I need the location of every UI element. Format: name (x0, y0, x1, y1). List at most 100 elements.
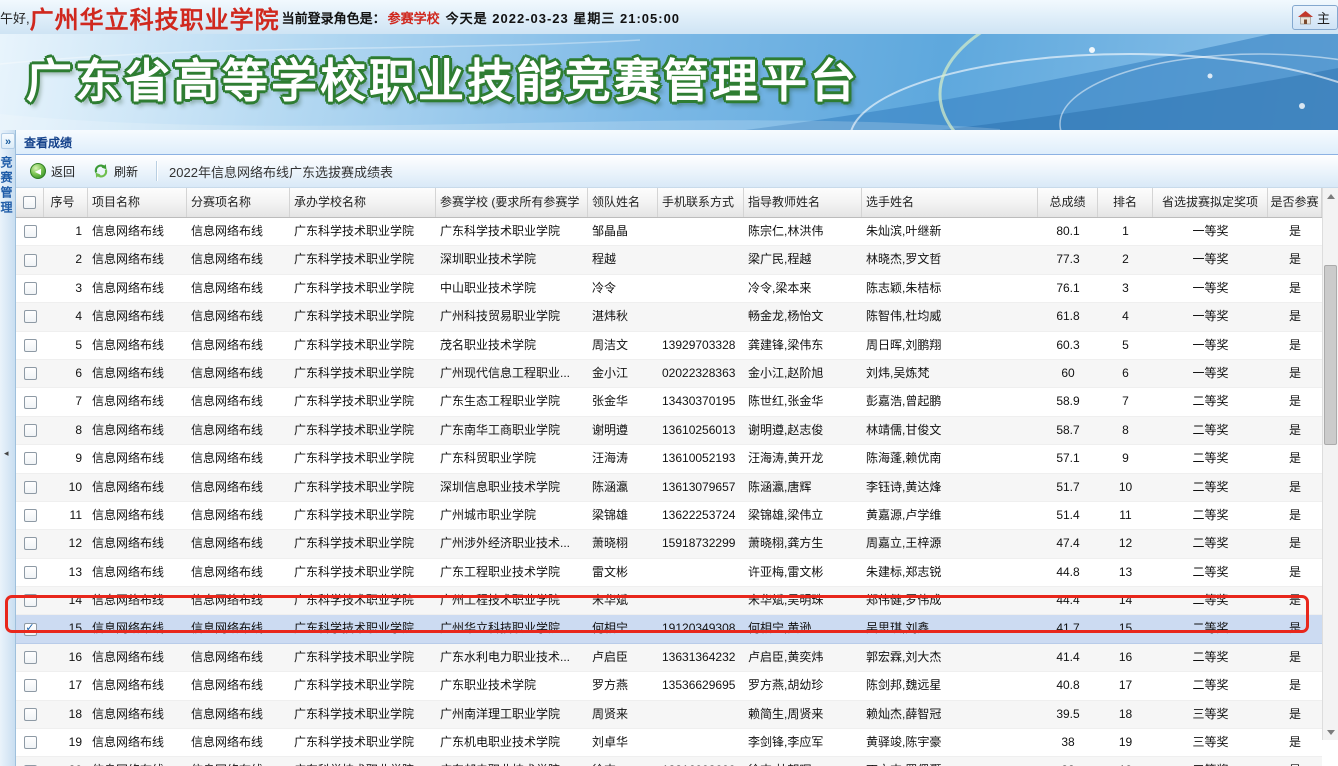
cell-players: 丁文杰,罗偲灏 (862, 757, 1038, 766)
row-checkbox[interactable] (24, 254, 37, 267)
table-row[interactable]: 9信息网络布线信息网络布线广东科学技术职业学院广东科贸职业学院汪海涛136100… (16, 445, 1322, 473)
cell-rank: 17 (1098, 672, 1153, 699)
table-row[interactable]: 6信息网络布线信息网络布线广东科学技术职业学院广州现代信息工程职业...金小江0… (16, 360, 1322, 388)
column-header-award[interactable]: 省选拔赛拟定奖项 (1153, 188, 1268, 217)
cell-players: 郭宏霖,刘大杰 (862, 644, 1038, 671)
row-checkbox[interactable] (24, 651, 37, 664)
table-row[interactable]: 10信息网络布线信息网络布线广东科学技术职业学院深圳信息职业技术学院陈涵瀛136… (16, 474, 1322, 502)
cell-rank: 11 (1098, 502, 1153, 529)
table-row[interactable]: 17信息网络布线信息网络布线广东科学技术职业学院广东职业技术学院罗方燕13536… (16, 672, 1322, 700)
cell-rank: 19 (1098, 729, 1153, 756)
scrollbar-thumb[interactable] (1324, 265, 1337, 445)
cell-award: 三等奖 (1153, 729, 1268, 756)
cell-participate: 是 (1268, 474, 1322, 501)
column-header-no[interactable]: 序号 (44, 188, 88, 217)
row-checkbox[interactable] (24, 566, 37, 579)
cell-teachers: 徐杰,杜朝晖 (744, 757, 862, 766)
column-header-rank[interactable]: 排名 (1098, 188, 1153, 217)
column-header-sub_event[interactable]: 分赛项名称 (187, 188, 290, 217)
sidebar-collapse-handle-icon[interactable]: ◂ (4, 448, 9, 459)
cell-players: 彭嘉浩,曾起鹏 (862, 388, 1038, 415)
table-row[interactable]: 18信息网络布线信息网络布线广东科学技术职业学院广州南洋理工职业学院周贤来赖简生… (16, 701, 1322, 729)
table-row[interactable]: 4信息网络布线信息网络布线广东科学技术职业学院广州科技贸易职业学院湛炜秋畅金龙,… (16, 303, 1322, 331)
column-header-score[interactable]: 总成绩 (1038, 188, 1098, 217)
row-checkbox[interactable] (24, 424, 37, 437)
grid-body: 1信息网络布线信息网络布线广东科学技术职业学院广东科学技术职业学院邹晶晶陈宗仁,… (16, 218, 1322, 766)
sidebar-expand-button[interactable]: » (1, 133, 15, 149)
cell-award: 二等奖 (1153, 502, 1268, 529)
table-row[interactable]: 2信息网络布线信息网络布线广东科学技术职业学院深圳职业技术学院程越梁广民,程越林… (16, 246, 1322, 274)
row-checkbox[interactable] (24, 481, 37, 494)
cell-award: 二等奖 (1153, 417, 1268, 444)
row-checkbox[interactable] (24, 623, 37, 636)
row-checkbox[interactable] (24, 537, 37, 550)
row-checkbox[interactable] (24, 310, 37, 323)
column-header-leader[interactable]: 领队姓名 (588, 188, 658, 217)
table-row[interactable]: 15信息网络布线信息网络布线广东科学技术职业学院广州华立科技职业学院何相宁191… (16, 615, 1322, 643)
back-button[interactable]: ◀ 返回 (24, 160, 81, 183)
row-checkbox[interactable] (24, 736, 37, 749)
row-checkbox[interactable] (24, 339, 37, 352)
cell-score: 47.4 (1038, 530, 1098, 557)
table-row[interactable]: 7信息网络布线信息网络布线广东科学技术职业学院广东生态工程职业学院张金华1343… (16, 388, 1322, 416)
column-header-teachers[interactable]: 指导教师姓名 (744, 188, 862, 217)
row-checkbox[interactable] (24, 225, 37, 238)
row-checkbox[interactable] (24, 594, 37, 607)
cell-project: 信息网络布线 (88, 218, 187, 245)
row-checkbox-cell (16, 388, 44, 415)
table-row[interactable]: 8信息网络布线信息网络布线广东科学技术职业学院广东南华工商职业学院谢明遵1361… (16, 417, 1322, 445)
table-row[interactable]: 1信息网络布线信息网络布线广东科学技术职业学院广东科学技术职业学院邹晶晶陈宗仁,… (16, 218, 1322, 246)
table-row[interactable]: 20信息网络布线信息网络布线广东科学技术职业学院广东邮电职业技术学院徐杰1331… (16, 757, 1322, 766)
row-checkbox-cell (16, 332, 44, 359)
row-checkbox[interactable] (24, 282, 37, 295)
table-row[interactable]: 13信息网络布线信息网络布线广东科学技术职业学院广东工程职业技术学院雷文彬许亚梅… (16, 559, 1322, 587)
cell-school: 广东南华工商职业学院 (436, 417, 588, 444)
cell-award: 一等奖 (1153, 360, 1268, 387)
cell-no: 5 (44, 332, 88, 359)
cell-project: 信息网络布线 (88, 474, 187, 501)
cell-host_school: 广东科学技术职业学院 (290, 701, 436, 728)
home-button[interactable]: 主 (1292, 5, 1338, 30)
table-row[interactable]: 14信息网络布线信息网络布线广东科学技术职业学院广州工程技术职业学院宋华斌宋华斌… (16, 587, 1322, 615)
cell-no: 6 (44, 360, 88, 387)
cell-phone: 13613079657 (658, 474, 744, 501)
greeting-text: 午好, (0, 8, 30, 27)
column-header-phone[interactable]: 手机联系方式 (658, 188, 744, 217)
column-header-players[interactable]: 选手姓名 (862, 188, 1038, 217)
cell-school: 广东科贸职业学院 (436, 445, 588, 472)
cell-no: 13 (44, 559, 88, 586)
column-header-project[interactable]: 项目名称 (88, 188, 187, 217)
row-checkbox[interactable] (24, 367, 37, 380)
cell-project: 信息网络布线 (88, 701, 187, 728)
tab-view-scores[interactable]: 查看成绩 (24, 134, 72, 151)
table-row[interactable]: 16信息网络布线信息网络布线广东科学技术职业学院广东水利电力职业技术...卢启臣… (16, 644, 1322, 672)
cell-players: 黄嘉源,卢学维 (862, 502, 1038, 529)
cell-participate: 是 (1268, 644, 1322, 671)
cell-host_school: 广东科学技术职业学院 (290, 587, 436, 614)
cell-score: 60.3 (1038, 332, 1098, 359)
table-row[interactable]: 5信息网络布线信息网络布线广东科学技术职业学院茂名职业技术学院周洁文139297… (16, 332, 1322, 360)
select-all-checkbox[interactable] (23, 196, 36, 209)
column-header-school[interactable]: 参赛学校 (要求所有参赛学 (436, 188, 588, 217)
cell-rank: 15 (1098, 615, 1153, 642)
table-row[interactable]: 3信息网络布线信息网络布线广东科学技术职业学院中山职业技术学院冷令冷令,梁本来陈… (16, 275, 1322, 303)
column-header-participate[interactable]: 是否参赛 (1268, 188, 1322, 217)
refresh-button[interactable]: 刷新 (87, 160, 144, 183)
scroll-up-button[interactable] (1323, 188, 1338, 204)
cell-award: 二等奖 (1153, 474, 1268, 501)
row-checkbox[interactable] (24, 396, 37, 409)
column-header-host_school[interactable]: 承办学校名称 (290, 188, 436, 217)
grid-header-row: 序号项目名称分赛项名称承办学校名称参赛学校 (要求所有参赛学领队姓名手机联系方式… (16, 188, 1322, 218)
cell-rank: 12 (1098, 530, 1153, 557)
table-row[interactable]: 11信息网络布线信息网络布线广东科学技术职业学院广州城市职业学院梁锦雄13622… (16, 502, 1322, 530)
row-checkbox[interactable] (24, 679, 37, 692)
table-row[interactable]: 19信息网络布线信息网络布线广东科学技术职业学院广东机电职业技术学院刘卓华李剑锋… (16, 729, 1322, 757)
row-checkbox[interactable] (24, 509, 37, 522)
cell-sub_event: 信息网络布线 (187, 701, 290, 728)
row-checkbox[interactable] (24, 452, 37, 465)
scroll-down-button[interactable] (1323, 724, 1338, 740)
cell-host_school: 广东科学技术职业学院 (290, 644, 436, 671)
table-row[interactable]: 12信息网络布线信息网络布线广东科学技术职业学院广州涉外经济职业技术...萧晓栩… (16, 530, 1322, 558)
cell-rank: 18 (1098, 701, 1153, 728)
row-checkbox[interactable] (24, 708, 37, 721)
